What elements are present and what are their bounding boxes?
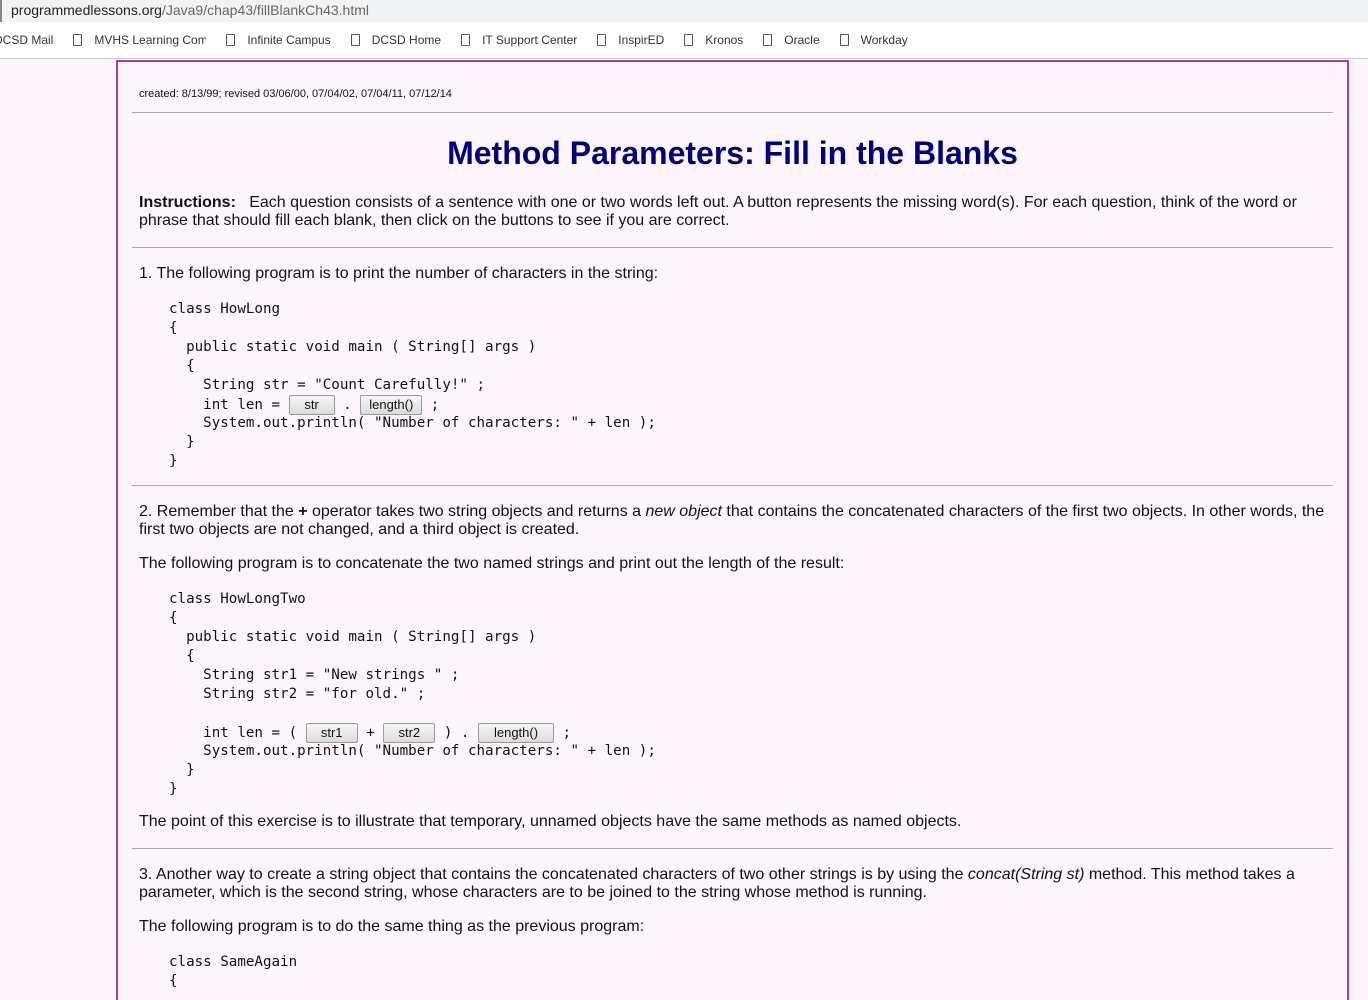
created-date: created: 8/13/99; revised 03/06/00, 07/0… xyxy=(139,88,452,100)
page-title: Method Parameters: Fill in the Blanks xyxy=(447,135,1018,171)
code-line: public static void main ( String[] args … xyxy=(169,629,537,645)
bookmark-it-support-center[interactable]: IT Support Center xyxy=(461,33,577,47)
code-line: } xyxy=(169,781,178,797)
code-line: System.out.println( "Number of character… xyxy=(169,743,656,759)
page-icon xyxy=(763,34,773,46)
code-line: String str = "Count Carefully!" ; xyxy=(169,377,486,393)
bookmark-label: InspirED xyxy=(618,33,665,47)
bookmark-workday[interactable]: Workday xyxy=(839,33,908,47)
blank-button-str[interactable]: str xyxy=(288,395,335,415)
code-line: class SameAgain xyxy=(169,954,298,970)
divider xyxy=(132,247,1333,248)
page-icon xyxy=(684,34,694,46)
bookmark-label: DCSD Home xyxy=(371,33,442,47)
bookmark-inspired[interactable]: InspirED xyxy=(597,33,664,47)
page-content: created: 8/13/99; revised 03/06/00, 07/0… xyxy=(116,60,1349,1000)
blank-button-length[interactable]: length() xyxy=(478,723,555,743)
blank-button-str1[interactable]: str1 xyxy=(305,723,358,743)
code-line: { xyxy=(169,610,178,626)
code-line: public static void main ( String[] args … xyxy=(169,339,537,355)
code-line: class HowLong xyxy=(169,301,281,317)
page-icon xyxy=(73,34,83,46)
page-icon xyxy=(226,34,236,46)
bookmark-label: IT Support Center xyxy=(482,33,578,47)
code-line: class HowLongTwo xyxy=(169,591,306,607)
code-line: String str1 = "New strings " ; xyxy=(169,667,460,683)
code-line: { xyxy=(169,973,178,989)
bookmark-kronos[interactable]: Kronos xyxy=(684,33,743,47)
question-3-prompt: The following program is to do the same … xyxy=(139,918,645,935)
bookmark-label: DCSD Mail xyxy=(0,33,54,47)
url-host: programmedlessons.org xyxy=(11,2,162,18)
divider xyxy=(132,848,1333,849)
code-line: } xyxy=(169,762,195,778)
divider xyxy=(132,485,1333,486)
bookmark-dcsd-home[interactable]: DCSD Home xyxy=(350,33,442,47)
code-line: { xyxy=(169,320,178,336)
code-line: { xyxy=(169,358,195,374)
question-3-text: 3. Another way to create a string object… xyxy=(139,866,1295,901)
page-icon xyxy=(350,34,360,46)
code-line: } xyxy=(169,453,178,469)
code-line: int len = ( str1 + str2 ) . length() ; xyxy=(169,723,572,743)
code-line: int len = str . length() ; xyxy=(169,395,440,415)
bookmark-label: Oracle xyxy=(784,33,820,47)
bookmark-label: Kronos xyxy=(705,33,744,47)
question-1-text: 1. The following program is to print the… xyxy=(139,265,659,282)
bookmark-infinite-campus[interactable]: Infinite Campus xyxy=(226,33,331,47)
code-line: System.out.println( "Number of character… xyxy=(169,415,656,431)
question-2-code: class HowLongTwo { public static void mai… xyxy=(169,590,1333,799)
bookmark-oracle[interactable]: Oracle xyxy=(763,33,820,47)
instructions-text: Each question consists of a sentence wit… xyxy=(139,194,1297,229)
page-icon xyxy=(839,34,849,46)
blank-button-length[interactable]: length() xyxy=(360,395,423,415)
question-1-code: class HowLong { public static void main (… xyxy=(169,300,1333,471)
page-icon xyxy=(461,34,471,46)
bookmark-mvhs-learning-com[interactable]: MVHS Learning Com xyxy=(73,33,206,47)
address-bar[interactable]: programmedlessons.org/Java9/chap43/fillB… xyxy=(0,0,1368,22)
bookmark-dcsd-mail[interactable]: DCSD Mail xyxy=(0,33,53,47)
url-path: /Java9/chap43/fillBlankCh43.html xyxy=(161,2,369,18)
instructions: Instructions: Each question consists of … xyxy=(139,194,1326,230)
question-3-code: class SameAgain { xyxy=(169,953,1333,991)
bookmark-label: Infinite Campus xyxy=(247,33,331,47)
bookmark-label: Workday xyxy=(860,33,908,47)
question-2-note: The point of this exercise is to illustr… xyxy=(139,813,962,830)
question-2-text: 2. Remember that the + operator takes tw… xyxy=(139,503,1325,538)
question-2-prompt: The following program is to concatenate … xyxy=(139,555,845,572)
code-line: String str2 = "for old." ; xyxy=(169,686,426,702)
code-line: { xyxy=(169,648,195,664)
bookmark-label: MVHS Learning Com xyxy=(94,33,207,47)
page-icon xyxy=(597,34,607,46)
bookmarks-bar: DCSD Mail MVHS Learning Com Infinite Campu… xyxy=(0,22,1368,59)
instructions-label: Instructions: xyxy=(139,194,236,211)
divider xyxy=(132,112,1333,113)
code-line: } xyxy=(169,434,195,450)
blank-button-str2[interactable]: str2 xyxy=(383,723,436,743)
